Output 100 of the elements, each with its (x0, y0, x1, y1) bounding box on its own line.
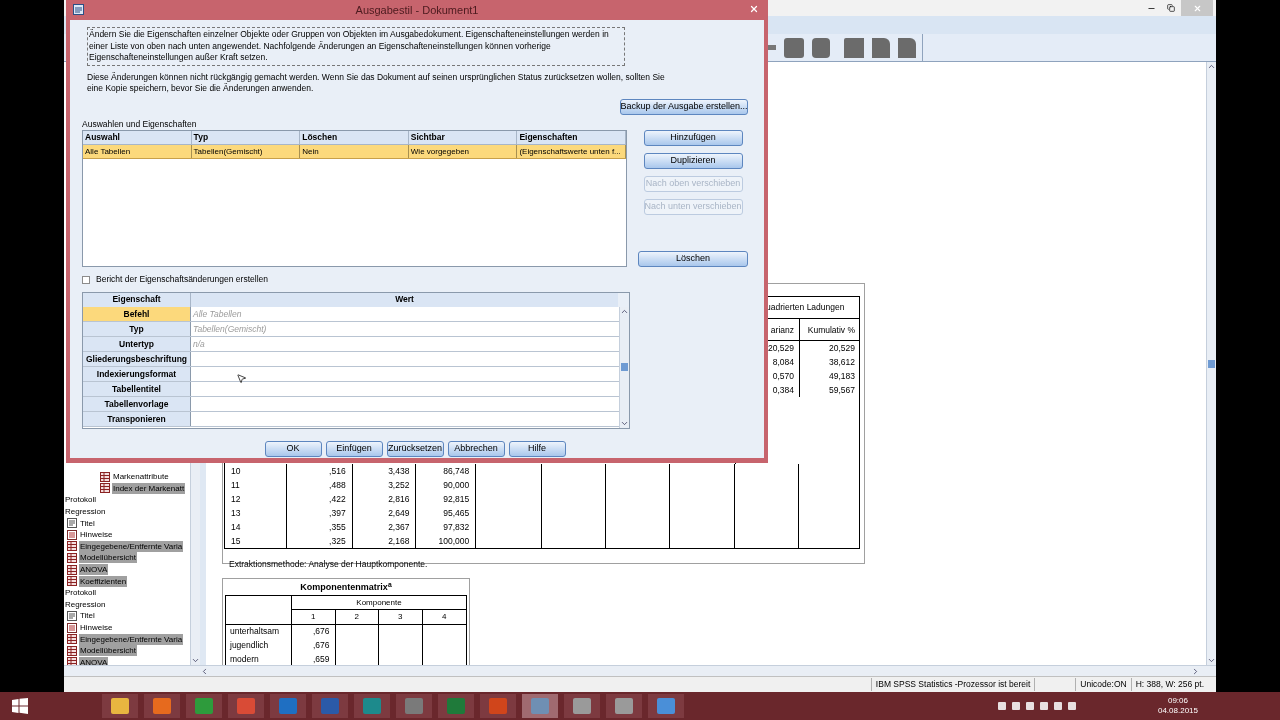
toolbar-button[interactable] (898, 37, 916, 58)
notes-icon (67, 529, 77, 540)
status-text: IBM SPSS Statistics -Prozessor ist bereit (870, 678, 1036, 691)
table-cell: 49,183 (829, 369, 855, 383)
checkbox-label[interactable]: Bericht der Eigenschaftsänderungen erstellen (96, 273, 268, 286)
taskbar-app-button[interactable] (144, 694, 180, 718)
table-cell: 2,816 (388, 492, 410, 506)
table-cell: 20,529 (768, 341, 794, 355)
table-cell: (Eigenschaftswerte unten f... (517, 144, 626, 158)
title-icon (67, 610, 77, 621)
table-icon (100, 471, 110, 482)
mouse-cursor-icon (236, 373, 247, 384)
column-header: 2 (354, 611, 359, 623)
dialog-button[interactable]: OK (264, 440, 322, 457)
scroll-down-icon[interactable] (191, 656, 200, 665)
table-cell: ,422 (329, 492, 346, 506)
taskbar-app-button[interactable] (102, 694, 138, 718)
table-cell: 0,384 (772, 383, 794, 397)
table-cell: 59,567 (829, 383, 855, 397)
table-cell: 97,832 (443, 520, 470, 534)
table-cell: 95,465 (443, 506, 470, 520)
outline-item[interactable]: Regression (64, 506, 107, 518)
table-cell: 2,168 (388, 534, 410, 548)
table-icon (67, 634, 77, 645)
outline-item[interactable]: Index der Markenatt (112, 482, 186, 494)
table-cell: 14 (231, 520, 241, 534)
column-header[interactable]: Typ (191, 130, 301, 145)
horizontal-scrollbar[interactable] (64, 665, 1216, 676)
status-text: Unicode:ON (1075, 678, 1131, 691)
column-header: 1 (311, 611, 316, 623)
scroll-right-icon[interactable] (1191, 666, 1200, 676)
table-cell: ,659 (312, 652, 330, 665)
row-header: modern (230, 652, 259, 665)
column-header: 3 (398, 611, 403, 623)
table-cell: Alle Tabellen (83, 144, 192, 158)
taskbar-app-button[interactable] (354, 694, 390, 718)
outline-item[interactable]: Hinweise (79, 622, 114, 633)
outline-item[interactable]: Koeffizienten (79, 575, 128, 587)
toolbar-button[interactable] (844, 37, 864, 58)
toolbar-button[interactable] (872, 37, 890, 58)
table-cell: 11 (231, 478, 240, 492)
taskbar-app-button[interactable] (396, 694, 432, 718)
table-cell: ,676 (312, 625, 330, 638)
taskbar-app-button[interactable] (564, 694, 600, 718)
outline-item[interactable]: Modellübersicht (79, 552, 138, 564)
table-cell: 90,000 (443, 478, 470, 492)
table-cell: 100,000 (438, 534, 470, 548)
table-cell: Wie vorgegeben (408, 144, 518, 158)
list-action-button[interactable]: Hinzufügen (643, 129, 743, 146)
column-header[interactable]: Eigenschaften (517, 130, 626, 145)
dialog-button[interactable]: Hilfe (508, 440, 566, 457)
outline-item[interactable]: ANOVA (79, 564, 109, 576)
outline-item[interactable]: Modellübersicht (79, 645, 138, 657)
outline-item[interactable]: Eingegebene/Entfernte Varia (79, 633, 184, 645)
table-cell: 2,367 (388, 520, 410, 534)
column-header[interactable]: Sichtbar (408, 130, 518, 145)
table-icon (67, 552, 77, 563)
table-cell: ,488 (329, 478, 346, 492)
table-cell: ,355 (329, 520, 346, 534)
list-action-button[interactable]: Duplizieren (643, 152, 743, 169)
outline-item[interactable]: Eingegebene/Entfernte Varia (79, 540, 184, 552)
table-title: Komponentenmatrix$^{a}$ (300, 581, 392, 595)
start-icon[interactable] (12, 698, 28, 714)
taskbar-app-button[interactable] (648, 694, 684, 718)
table-cell: Tabellen(Gemischt) (191, 144, 301, 158)
toolbar-button[interactable] (784, 37, 804, 58)
column-header: 4 (442, 611, 447, 623)
scrollbar-thumb[interactable] (1208, 359, 1215, 368)
close-icon (1192, 3, 1202, 13)
table-cell: ,676 (312, 638, 330, 652)
table-cell: 0,570 (772, 369, 794, 383)
column-header[interactable]: Löschen (300, 130, 409, 145)
table-cell: 92,815 (443, 492, 470, 506)
section-label: Auswahlen und Eigenschaften (82, 118, 198, 130)
toolbar-button[interactable] (812, 37, 830, 58)
scroll-down-icon[interactable] (1207, 656, 1216, 665)
table-cell: 13 (231, 506, 241, 520)
close-icon (749, 4, 759, 14)
taskbar-app-button[interactable] (186, 694, 222, 718)
table-cell: ,325 (329, 534, 346, 548)
delete-button[interactable]: Löschen (638, 250, 748, 267)
scroll-left-icon[interactable] (200, 666, 209, 676)
dialog-button[interactable]: Abbrechen (447, 440, 505, 457)
table-cell: 10 (231, 464, 241, 478)
table-icon (67, 645, 77, 656)
notes-icon (67, 622, 77, 633)
clock-time[interactable]: 09:06 (1167, 696, 1188, 706)
table-footnote: Extraktionsmethode: Analyse der Hauptkomponente. (229, 559, 428, 569)
restore-icon (1167, 4, 1175, 12)
checkbox[interactable] (82, 275, 90, 284)
taskbar-app-button[interactable] (228, 694, 264, 718)
clock-date[interactable]: 04.08.2015 (1157, 706, 1198, 716)
backup-button[interactable]: Backup der Ausgabe erstellen... (620, 98, 748, 115)
taskbar-app-button[interactable] (606, 694, 642, 718)
scrollbar-thumb[interactable] (621, 363, 628, 371)
dialog-button[interactable]: Zurücksetzen (386, 440, 444, 457)
row-header: jugendlich (230, 638, 269, 652)
table-cell: 3,252 (388, 478, 410, 492)
column-header[interactable]: Auswahl (83, 130, 192, 145)
dialog-button[interactable]: Einfügen (325, 440, 383, 457)
